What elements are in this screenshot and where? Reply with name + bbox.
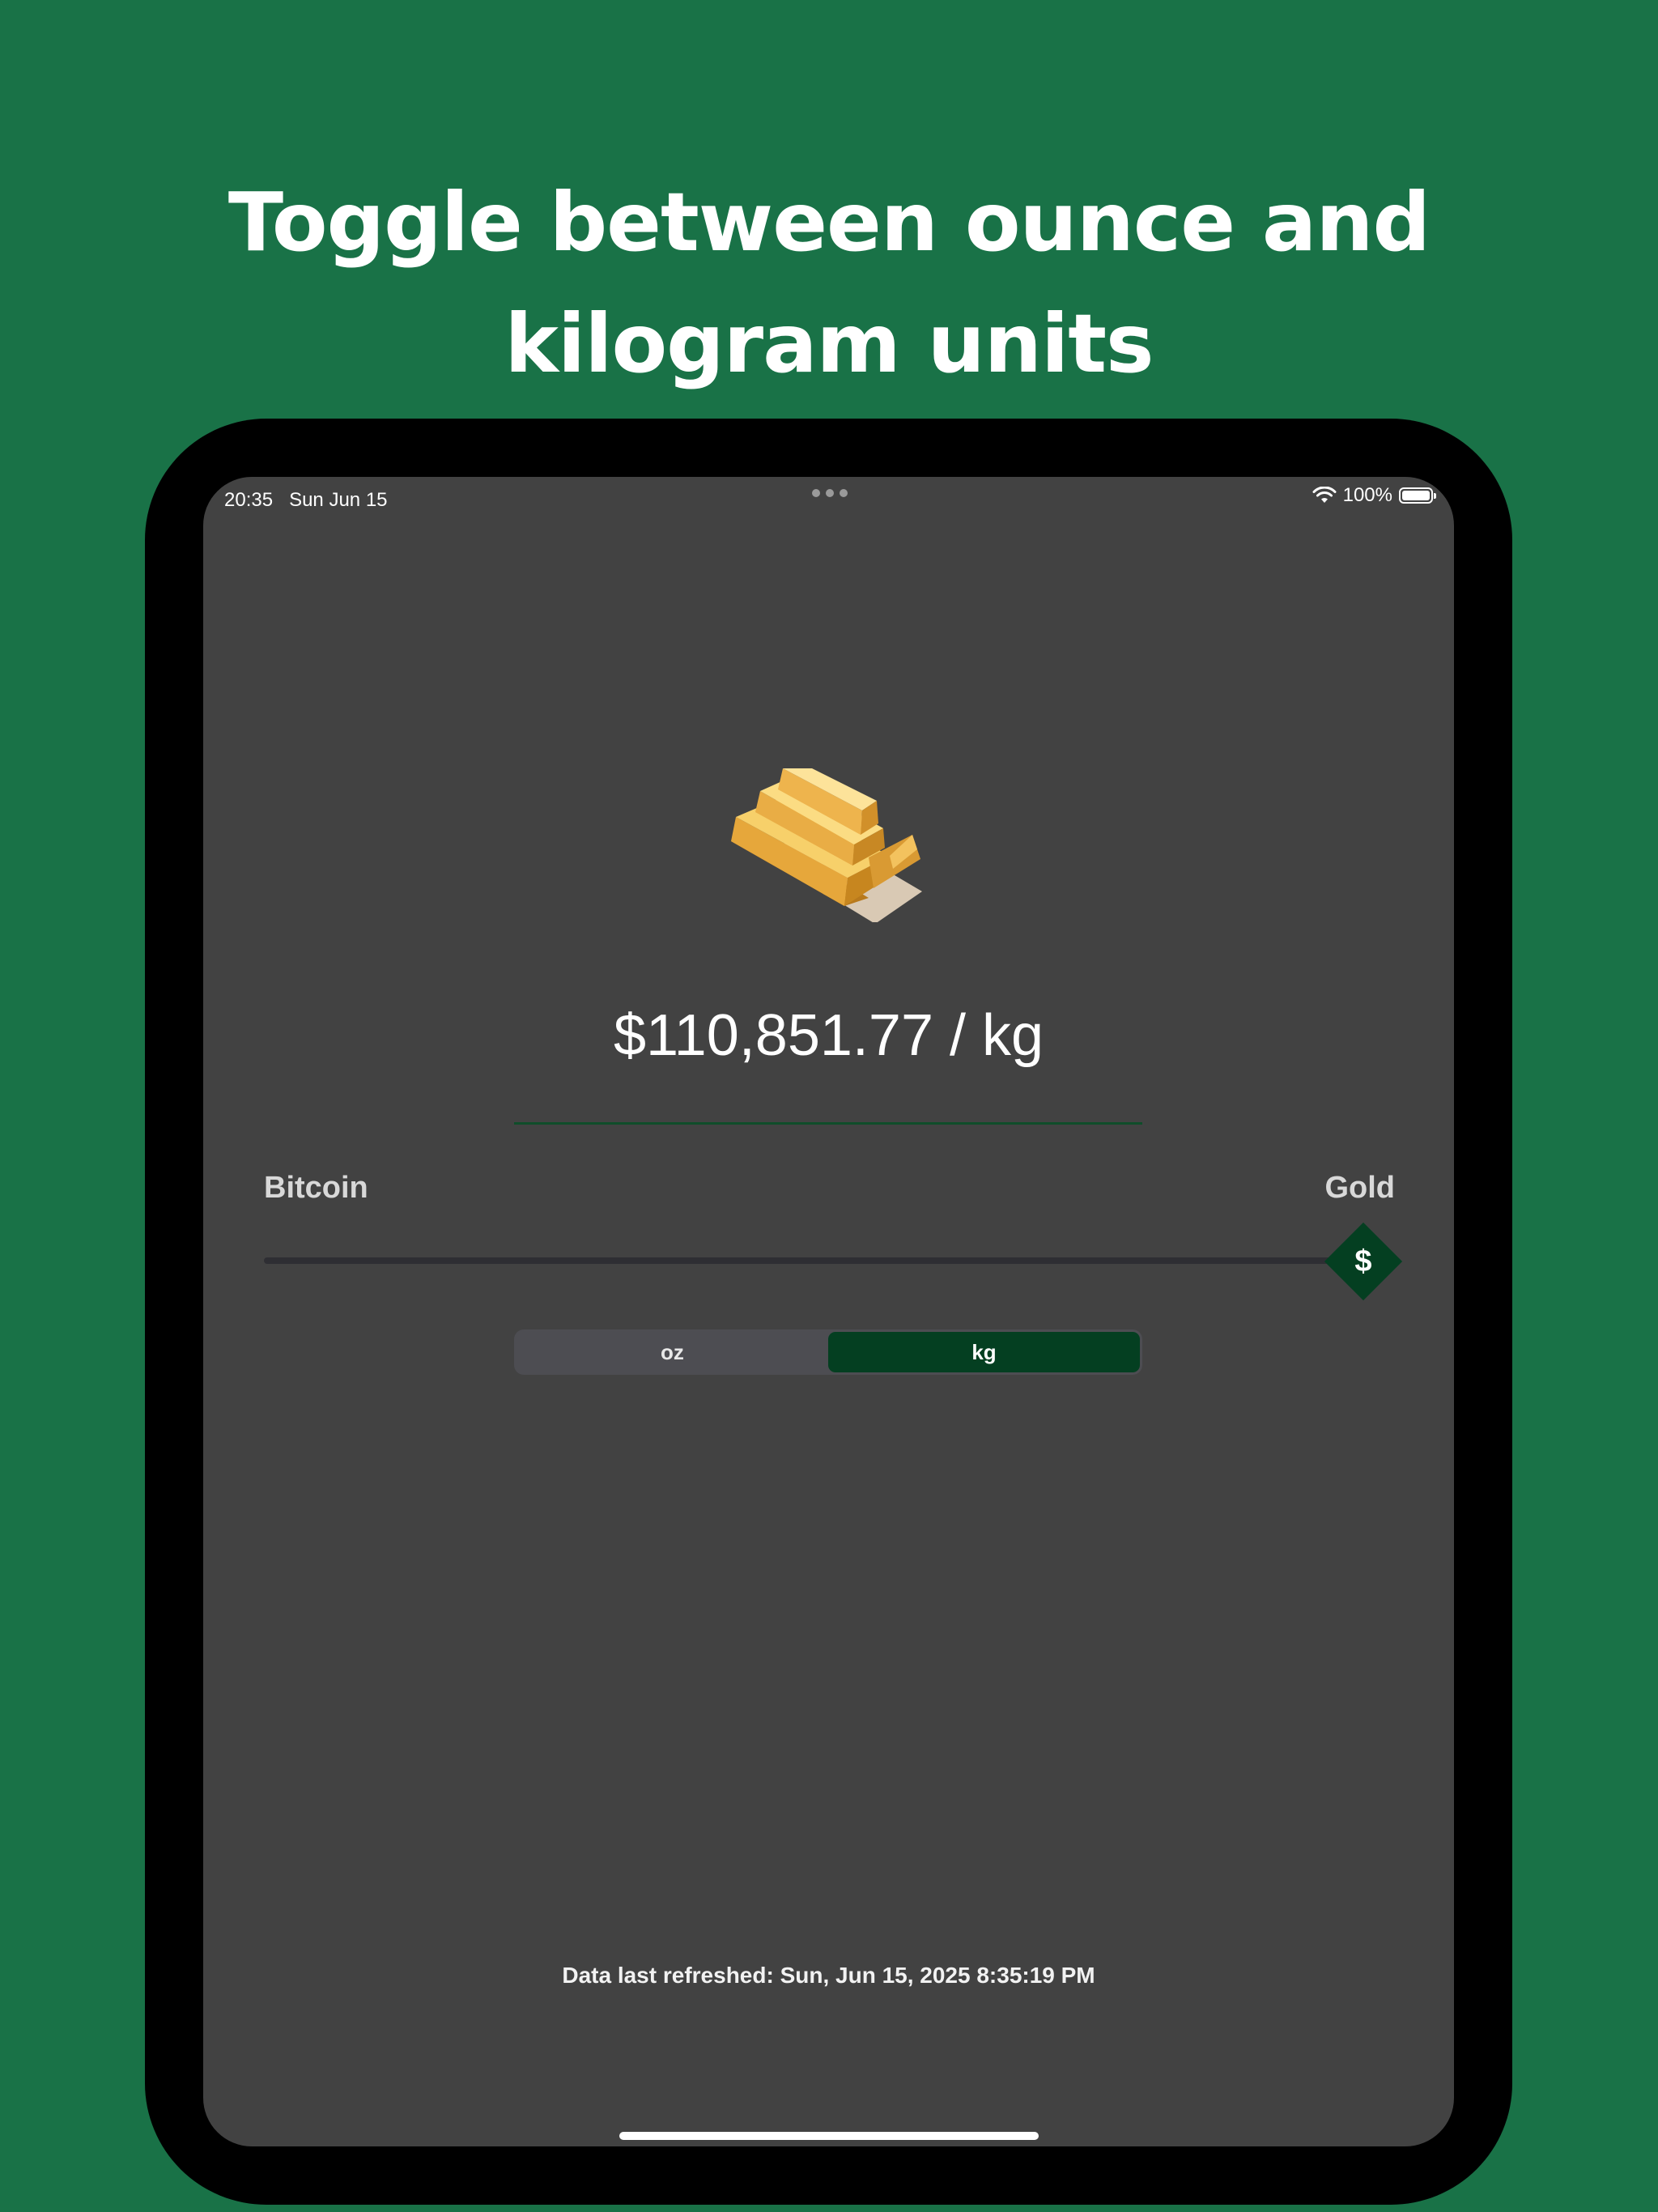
unit-option-kg[interactable]: kg	[828, 1332, 1140, 1372]
unit-option-oz[interactable]: oz	[517, 1332, 828, 1372]
gold-bars-icon	[731, 768, 922, 922]
status-bar-left: 20:35 Sun Jun 15	[224, 489, 388, 512]
battery-percentage: 100%	[1342, 484, 1392, 506]
status-date: Sun Jun 15	[289, 489, 388, 511]
multitasking-dots-icon[interactable]	[812, 489, 848, 497]
slider-label-bitcoin: Bitcoin	[264, 1171, 368, 1205]
marketing-headline: Toggle between ounce and kilogram units	[0, 162, 1658, 405]
slider-label-gold: Gold	[1324, 1171, 1395, 1205]
status-bar-right: 100%	[1312, 483, 1436, 508]
unit-toggle[interactable]: oz kg	[514, 1329, 1142, 1375]
status-time: 20:35	[224, 489, 274, 511]
price-divider	[514, 1122, 1142, 1125]
headline-line-2: kilogram units	[504, 296, 1154, 391]
home-indicator[interactable]	[619, 2132, 1039, 2140]
headline-line-1: Toggle between ounce and	[227, 175, 1431, 270]
asset-slider-track[interactable]	[264, 1257, 1373, 1264]
device-screen: 20:35 Sun Jun 15 100% $110,851.77 / kg B…	[203, 477, 1454, 2146]
dollar-sign-icon: $	[1354, 1244, 1372, 1278]
price-display: $110,851.77 / kg	[613, 1003, 1044, 1068]
battery-full-icon	[1399, 487, 1436, 504]
last-refreshed-text: Data last refreshed: Sun, Jun 15, 2025 8…	[562, 1963, 1095, 1988]
wifi-icon	[1312, 487, 1337, 503]
asset-slider-thumb[interactable]: $	[1324, 1222, 1403, 1301]
